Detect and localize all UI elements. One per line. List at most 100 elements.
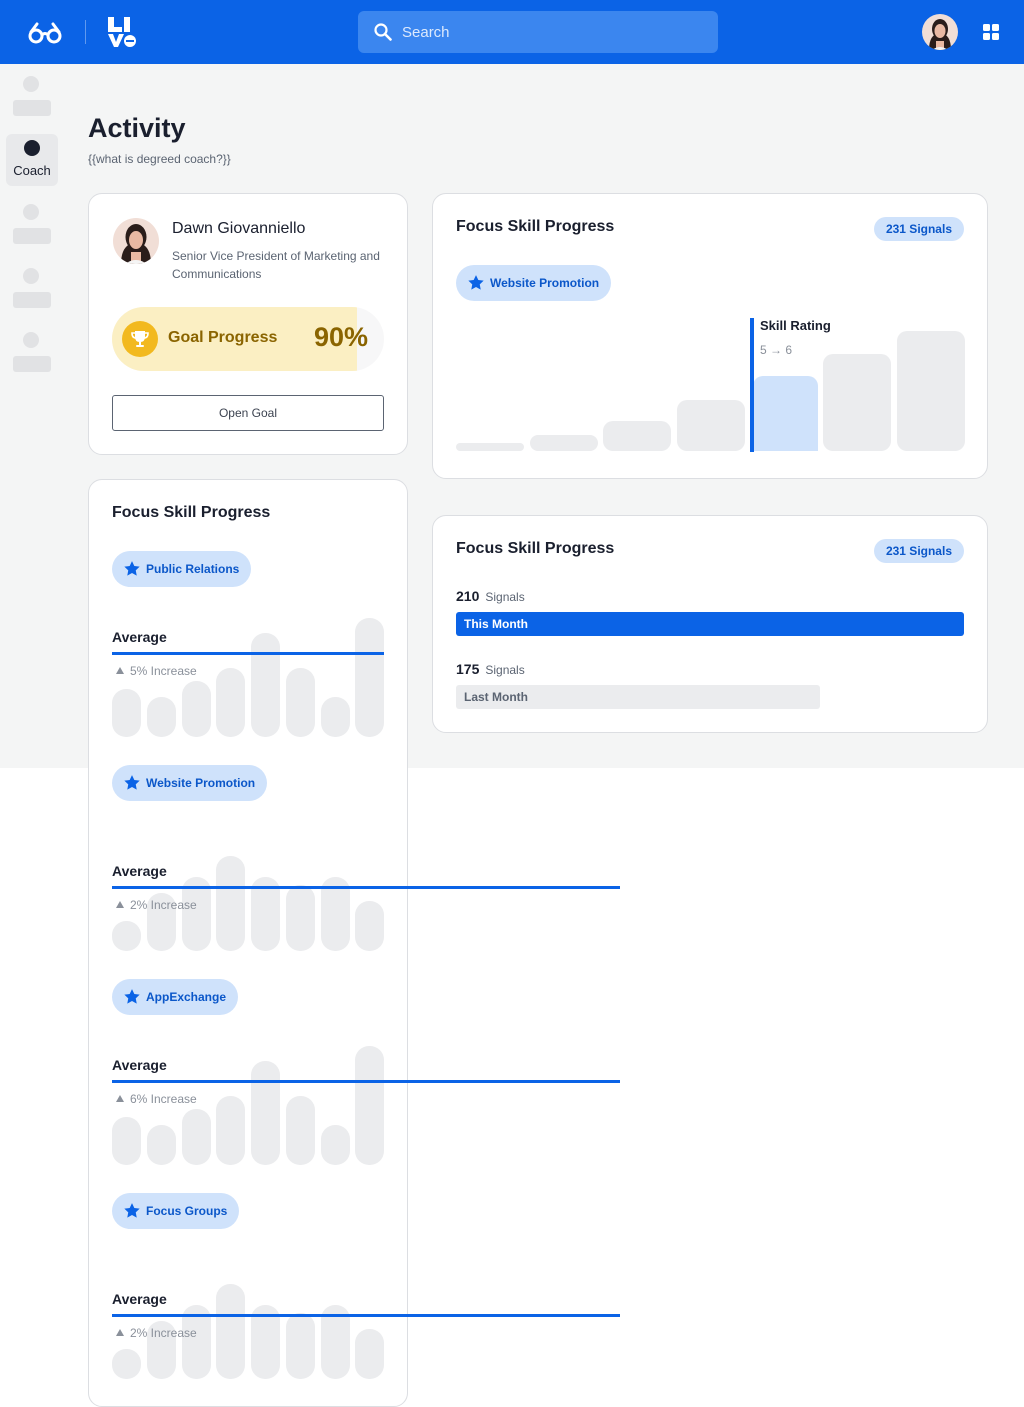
- sidebar-item-placeholder[interactable]: [13, 332, 51, 376]
- skill-history-bar: [251, 633, 280, 737]
- profile-avatar: [113, 218, 159, 264]
- increase-indicator: 6% Increase: [116, 1092, 197, 1106]
- sidebar-dot: [23, 204, 39, 220]
- increase-text: 5% Increase: [130, 664, 197, 678]
- star-icon: [124, 989, 140, 1004]
- rating-step-bar: [530, 435, 598, 451]
- skill-chip-label: Public Relations: [146, 562, 240, 576]
- increase-text: 2% Increase: [130, 1326, 197, 1340]
- search-bar[interactable]: [358, 11, 718, 53]
- skill-rating-marker: [750, 318, 754, 452]
- this-month-signals: 210 Signals: [456, 588, 525, 604]
- signals-badge: 231 Signals: [873, 217, 964, 241]
- this-month-bar: This Month: [456, 612, 964, 636]
- lve-logo-icon[interactable]: [108, 17, 136, 47]
- last-month-signal-count: 175: [456, 661, 480, 677]
- star-icon: [468, 275, 484, 290]
- skill-history-bar: [321, 697, 350, 737]
- skill-rating-value: 5 → 6: [760, 343, 793, 357]
- sidebar-dot: [23, 332, 39, 348]
- skill-rating-label: Skill Rating: [760, 318, 831, 333]
- skill-chip-label: Website Promotion: [490, 276, 600, 290]
- sidebar-dot: [23, 268, 39, 284]
- average-label: Average: [112, 1291, 167, 1307]
- signals-badge: 231 Signals: [873, 539, 964, 563]
- average-label: Average: [112, 1057, 167, 1073]
- average-line: [112, 1314, 620, 1317]
- sidebar-item-placeholder[interactable]: [13, 204, 51, 248]
- increase-indicator: 5% Increase: [116, 664, 197, 678]
- sidebar-label-placeholder: [13, 100, 51, 116]
- average-line: [112, 1080, 620, 1083]
- page-title: Activity: [88, 113, 186, 143]
- skill-history-bar: [182, 681, 211, 737]
- page-subtitle[interactable]: {{what is degreed coach?}}: [88, 152, 231, 166]
- glasses-logo-icon[interactable]: [28, 20, 62, 44]
- signals-unit: Signals: [485, 663, 525, 677]
- average-line: [112, 886, 620, 889]
- skill-chip-label: Website Promotion: [146, 776, 256, 790]
- sidebar-label-placeholder: [13, 228, 51, 244]
- rating-step-bar: [823, 354, 891, 451]
- skill-history-bar: [182, 1109, 211, 1165]
- increase-triangle-icon: [116, 667, 124, 674]
- skill-history-bar: [355, 1046, 384, 1165]
- average-line: [112, 652, 384, 655]
- skill-history-bar: [286, 668, 315, 737]
- increase-indicator: 2% Increase: [116, 898, 197, 912]
- open-goal-button[interactable]: Open Goal: [112, 395, 384, 431]
- skill-history-bar: [112, 921, 141, 951]
- top-bar: [0, 0, 1024, 64]
- skill-history-bar: [355, 618, 384, 737]
- signals-comparison-card: Focus Skill Progress 231 Signals 210 Sign…: [432, 515, 988, 733]
- user-avatar[interactable]: [922, 14, 958, 50]
- rating-step-bar-current: [753, 376, 818, 451]
- increase-triangle-icon: [116, 1329, 124, 1336]
- skill-history-bar: [147, 697, 176, 737]
- rating-step-bar: [677, 400, 745, 451]
- card-title: Focus Skill Progress: [112, 504, 271, 521]
- average-label: Average: [112, 629, 167, 645]
- skill-history-bar: [216, 856, 245, 951]
- skill-history-bar: [286, 1096, 315, 1165]
- apps-grid-icon[interactable]: [983, 24, 999, 40]
- increase-indicator: 2% Increase: [116, 1326, 197, 1340]
- skill-chip[interactable]: Website Promotion: [112, 765, 268, 801]
- star-icon: [124, 561, 140, 576]
- skill-chip-label: AppExchange: [146, 990, 227, 1004]
- search-icon: [374, 23, 392, 41]
- sidebar-label-placeholder: [13, 292, 51, 308]
- skill-history-bar: [216, 1284, 245, 1379]
- goal-progress-label: Goal Progress: [168, 329, 278, 346]
- skill-chip-label: Focus Groups: [146, 1204, 228, 1218]
- profile-name: Dawn Giovanniello: [172, 220, 306, 237]
- sidebar-item-placeholder[interactable]: [13, 268, 51, 312]
- skill-chip[interactable]: Public Relations: [112, 551, 252, 587]
- rating-step-bar: [603, 421, 671, 451]
- skill-history-bar: [251, 1061, 280, 1165]
- last-month-bar: Last Month: [456, 685, 820, 709]
- skill-history-bar: [216, 668, 245, 737]
- sidebar-dot: [24, 140, 40, 156]
- sidebar-dot: [23, 76, 39, 92]
- skill-chip[interactable]: Website Promotion: [456, 265, 612, 301]
- average-label: Average: [112, 863, 167, 879]
- skill-history-bar: [286, 885, 315, 951]
- topbar-divider: [85, 20, 86, 44]
- skill-chip[interactable]: Focus Groups: [112, 1193, 240, 1229]
- sidebar-item-coach[interactable]: Coach: [6, 134, 58, 186]
- goal-progress-pill: Goal Progress 90%: [112, 307, 384, 371]
- search-input[interactable]: [402, 11, 702, 53]
- rating-step-bar: [456, 443, 524, 451]
- increase-triangle-icon: [116, 901, 124, 908]
- trophy-icon: [122, 321, 158, 357]
- skill-rating-card: Focus Skill Progress 231 Signals Website…: [432, 193, 988, 479]
- skill-chip[interactable]: AppExchange: [112, 979, 239, 1015]
- increase-triangle-icon: [116, 1095, 124, 1102]
- star-icon: [124, 775, 140, 790]
- profile-card: Dawn Giovanniello Senior Vice President …: [88, 193, 408, 455]
- skill-history-bar: [147, 1125, 176, 1165]
- skill-history-bar: [112, 1117, 141, 1165]
- sidebar-item-placeholder[interactable]: [13, 76, 51, 120]
- sidebar-item-label: Coach: [13, 163, 51, 178]
